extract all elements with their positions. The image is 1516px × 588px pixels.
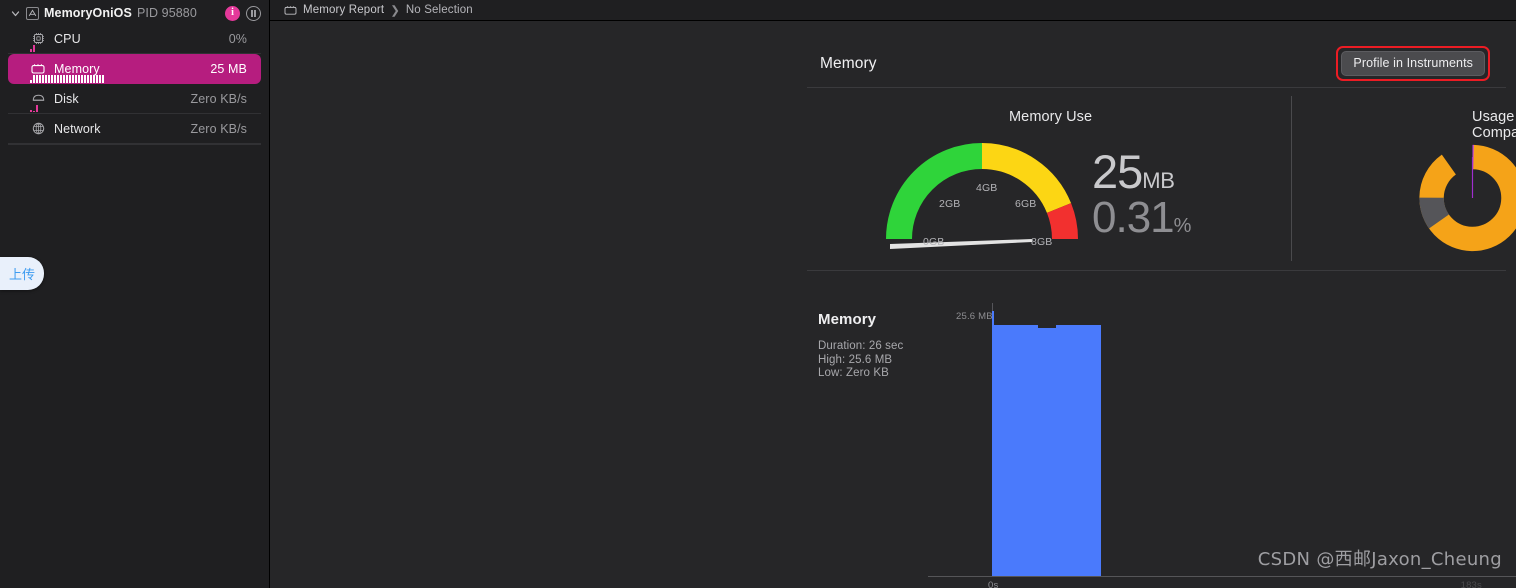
memory-use-value: 25 [1092, 145, 1143, 198]
process-header-row[interactable]: MemoryOniOS PID 95880 i [0, 2, 269, 24]
info-circle-icon[interactable]: i [225, 5, 240, 21]
memory-chart-low: Low: Zero KB [818, 367, 889, 379]
profile-in-instruments-button[interactable]: Profile in Instruments [1341, 51, 1485, 76]
memory-use-percent: 0.31 [1092, 192, 1175, 242]
memory-use-value-row: 25MB [1092, 148, 1191, 195]
sidebar-item-label: Disk [54, 91, 79, 106]
x-axis-start-label: 0s [988, 580, 999, 588]
memory-use-readout: 25MB 0.31% [1092, 148, 1192, 239]
gauge-tick-0gb: 0GB [923, 236, 945, 248]
memory-use-unit: MB [1142, 168, 1175, 193]
page-title: Memory [820, 55, 877, 72]
memory-sparkline [30, 74, 104, 83]
sidebar-divider [8, 144, 261, 145]
memory-chart-info: Memory Duration: 26 sec High: 25.6 MB Lo… [818, 311, 903, 381]
sidebar-item-value: 0% [228, 31, 247, 46]
breadcrumb-report[interactable]: Memory Report [303, 4, 384, 16]
sidebar-item-label: Network [54, 121, 101, 136]
sidebar-item-label: CPU [54, 31, 81, 46]
cpu-sparkline [30, 43, 35, 52]
memory-use-title: Memory Use [1009, 109, 1093, 125]
x-axis-end-label: 183s [1460, 580, 1482, 588]
sidebar-item-disk[interactable]: Disk Zero KB/s [8, 84, 261, 114]
divider-vertical [1291, 96, 1292, 261]
memory-use-percent-row: 0.31% [1092, 195, 1192, 239]
sidebar-item-value: 25 MB [210, 62, 247, 76]
memory-report-icon [284, 5, 297, 16]
divider-top [807, 87, 1506, 88]
usage-comparison-title: Usage Comparison [1472, 109, 1516, 141]
memory-debug-gauge-window: MemoryOniOS PID 95880 i CPU 0% Memory 25… [0, 0, 1516, 588]
sidebar-item-cpu[interactable]: CPU 0% [8, 24, 261, 54]
pause-circle-icon[interactable] [246, 5, 261, 21]
memory-use-percent-unit: % [1173, 214, 1192, 237]
upload-chip-button[interactable]: 上传 [0, 257, 44, 290]
breadcrumb-separator: ❯ [390, 5, 400, 17]
usage-comparison-donut [1415, 139, 1516, 257]
plot-area [992, 303, 1516, 577]
sidebar-item-memory[interactable]: Memory 25 MB [8, 54, 261, 84]
memory-use-gauge [882, 139, 1082, 251]
memory-report-pane: Memory Profile in Instruments Memory Use [270, 21, 1516, 588]
debug-navigator-sidebar: MemoryOniOS PID 95880 i CPU 0% Memory 25… [0, 0, 270, 588]
main-content-area: Memory Report ❯ No Selection Memory Prof… [270, 0, 1516, 588]
header-icon-group: i [225, 5, 261, 21]
process-pid: PID 95880 [136, 6, 197, 20]
app-store-icon [26, 6, 39, 20]
watermark: CSDN @西邮Jaxon_Cheung [1257, 549, 1502, 570]
series-area-b [1038, 328, 1056, 577]
series-area-c [1056, 325, 1101, 577]
memory-chart-duration: Duration: 26 sec [818, 340, 904, 352]
y-axis-max-label: 25.6 MB [956, 311, 993, 322]
gauge-tick-6gb: 6GB [1015, 198, 1037, 210]
sidebar-item-value: Zero KB/s [190, 121, 247, 136]
profile-button-highlight: Profile in Instruments [1336, 46, 1490, 81]
gauge-tick-2gb: 2GB [939, 198, 961, 210]
x-axis-line [928, 576, 1516, 577]
memory-chart-title: Memory [818, 311, 877, 328]
sidebar-item-value: Zero KB/s [190, 91, 247, 106]
sidebar-item-network[interactable]: Network Zero KB/s [8, 114, 261, 144]
breadcrumb-selection[interactable]: No Selection [406, 4, 473, 16]
breadcrumb: Memory Report ❯ No Selection [270, 0, 1516, 21]
gauge-tick-4gb: 4GB [976, 182, 998, 194]
divider-middle [807, 270, 1506, 271]
upload-chip-label: 上传 [8, 268, 35, 283]
memory-chart-high: High: 25.6 MB [818, 353, 893, 366]
network-globe-icon [30, 122, 46, 135]
gauge-tick-8gb: 8GB [1031, 236, 1053, 248]
series-area-a [994, 325, 1038, 577]
disk-sparkline [30, 103, 38, 112]
chevron-down-icon[interactable] [10, 8, 21, 19]
process-name: MemoryOniOS [44, 6, 132, 20]
